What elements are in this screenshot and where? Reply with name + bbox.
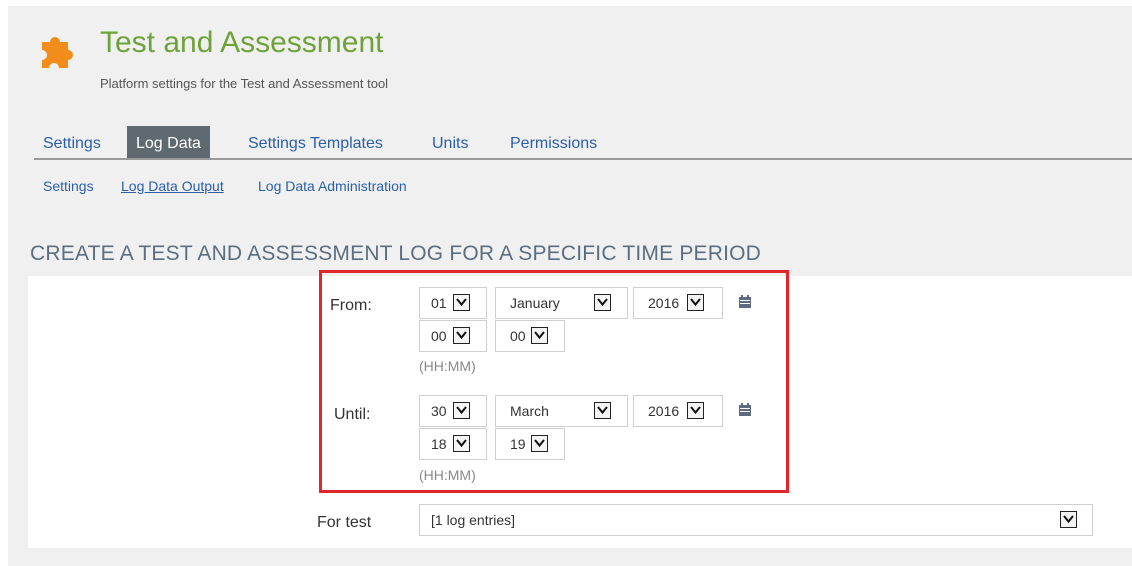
tab-bar: Settings Log Data Settings Templates Uni… xyxy=(34,126,1132,160)
subtab-log-data-output[interactable]: Log Data Output xyxy=(121,178,224,194)
page-title: Test and Assessment xyxy=(100,26,384,59)
puzzle-piece-icon xyxy=(36,30,76,70)
section-heading: CREATE A TEST AND ASSESSMENT LOG FOR A S… xyxy=(30,242,762,265)
for-test-select[interactable]: [1 log entries] xyxy=(419,504,1093,536)
tab-settings[interactable]: Settings xyxy=(34,126,110,158)
tab-permissions[interactable]: Permissions xyxy=(501,126,606,158)
page-subtitle: Platform settings for the Test and Asses… xyxy=(100,76,389,91)
subtab-log-data-administration[interactable]: Log Data Administration xyxy=(258,178,407,194)
chevron-down-icon xyxy=(1060,511,1077,528)
subtab-settings[interactable]: Settings xyxy=(43,178,94,194)
tab-units[interactable]: Units xyxy=(423,126,477,158)
highlight-box xyxy=(319,270,789,493)
tab-log-data[interactable]: Log Data xyxy=(127,126,210,158)
for-test-value: [1 log entries] xyxy=(431,512,516,528)
tab-settings-templates[interactable]: Settings Templates xyxy=(239,126,392,158)
for-test-label: For test xyxy=(317,514,372,531)
